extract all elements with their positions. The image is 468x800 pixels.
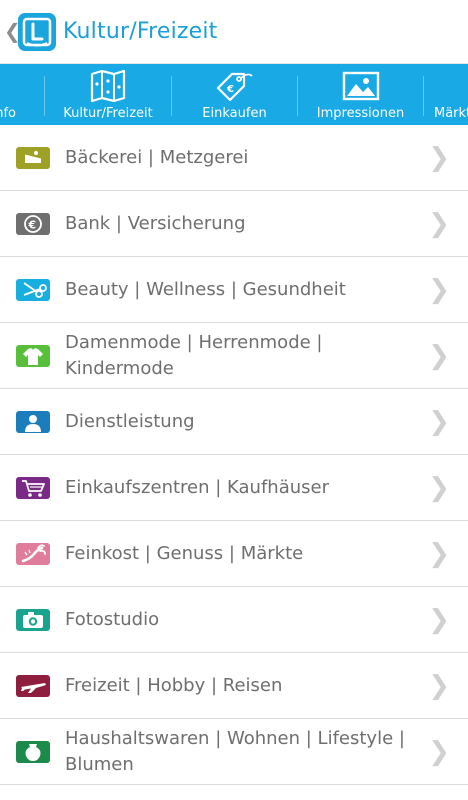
chevron-right-icon: ❯: [428, 737, 450, 767]
list-item-haushaltswaren[interactable]: Haushaltswaren | Wohnen | Lifestyle | Bl…: [0, 719, 468, 785]
list-item-freizeit[interactable]: Freizeit | Hobby | Reisen ❯: [0, 653, 468, 719]
shopping-cart-icon: [16, 477, 50, 499]
tab-info-label: Info: [0, 106, 16, 121]
action-bar: ❮ Kultur/Freizeit: [0, 0, 468, 64]
tab-kultur-freizeit[interactable]: Kultur/Freizeit: [45, 64, 171, 125]
euro-icon: €: [16, 213, 50, 235]
list-item-fotostudio[interactable]: Fotostudio ❯: [0, 587, 468, 653]
page-title: Kultur/Freizeit: [63, 19, 218, 44]
tab-impressionen[interactable]: Impressionen: [298, 64, 423, 125]
camera-icon: [16, 609, 50, 631]
svg-text:€: €: [28, 219, 37, 232]
shirt-icon: [16, 345, 50, 367]
tab-kultur-freizeit-label: Kultur/Freizeit: [63, 106, 153, 121]
chevron-right-icon: ❯: [428, 407, 450, 437]
chevron-right-icon: ❯: [428, 539, 450, 569]
airplane-icon: [16, 675, 50, 697]
chevron-right-icon: ❯: [428, 341, 450, 371]
person-icon: [16, 411, 50, 433]
tab-impressionen-label: Impressionen: [316, 106, 405, 121]
map-icon: [90, 69, 126, 106]
tab-einkaufen[interactable]: € Einkaufen: [172, 64, 297, 125]
list-item-label: Feinkost | Genuss | Märkte: [65, 543, 304, 564]
list-item-dienstleistung[interactable]: Dienstleistung ❯: [0, 389, 468, 455]
list-item-label: Haushaltswaren | Wohnen | Lifestyle | Bl…: [65, 728, 405, 775]
list-item-einkaufszentren[interactable]: Einkaufszentren | Kaufhäuser ❯: [0, 455, 468, 521]
scissors-icon: [16, 279, 50, 301]
list-item-label: Fotostudio: [65, 609, 160, 630]
list-item-label: Dienstleistung: [65, 411, 195, 432]
tab-einkaufen-label: Einkaufen: [202, 106, 267, 121]
lobster-icon: [16, 543, 50, 565]
list-item-bank[interactable]: € Bank | Versicherung ❯: [0, 191, 468, 257]
chevron-right-icon: ❯: [428, 473, 450, 503]
list-item-mode[interactable]: Damenmode | Herrenmode | Kindermode ❯: [0, 323, 468, 389]
list-item-label: Bank | Versicherung: [65, 213, 246, 234]
list-item-feinkost[interactable]: Feinkost | Genuss | Märkte ❯: [0, 521, 468, 587]
list-item-label: Bäckerei | Metzgerei: [65, 147, 249, 168]
list-item-label: Einkaufszentren | Kaufhäuser: [65, 477, 329, 498]
chevron-right-icon: ❯: [428, 143, 450, 173]
chevron-right-icon: ❯: [428, 275, 450, 305]
list-item-baeckerei[interactable]: Bäckerei | Metzgerei ❯: [0, 125, 468, 191]
app-logo-icon[interactable]: [18, 13, 56, 51]
tab-maerkte-label: Märkte: [434, 106, 468, 121]
list-item-beauty[interactable]: Beauty | Wellness | Gesundheit ❯: [0, 257, 468, 323]
chevron-right-icon: ❯: [428, 671, 450, 701]
tab-maerkte[interactable]: Märkte: [424, 64, 468, 125]
svg-text:€: €: [226, 84, 234, 95]
cake-icon: [16, 147, 50, 169]
chevron-right-icon: ❯: [428, 605, 450, 635]
vase-icon: [16, 741, 50, 763]
list-item-label: Damenmode | Herrenmode | Kindermode: [65, 332, 323, 379]
tab-info[interactable]: Info: [0, 64, 50, 125]
price-tag-icon: €: [214, 70, 254, 106]
list-item-label: Freizeit | Hobby | Reisen: [65, 675, 283, 696]
picture-icon: [342, 70, 380, 106]
tab-bar: Info Kultur/Freizeit € Ein: [0, 64, 468, 125]
list-item-label: Beauty | Wellness | Gesundheit: [65, 279, 346, 300]
chevron-right-icon: ❯: [428, 209, 450, 239]
